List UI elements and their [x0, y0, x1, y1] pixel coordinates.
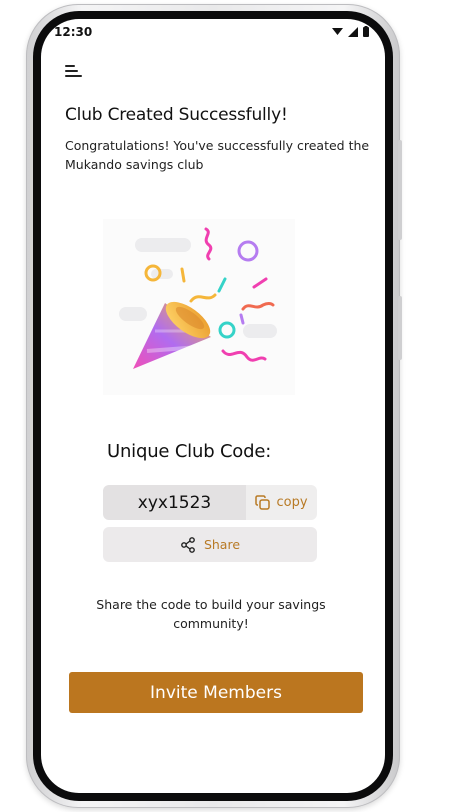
club-code-row: xyx1523 copy: [103, 485, 317, 520]
share-label: Share: [203, 537, 241, 552]
page-title: Club Created Successfully!: [65, 105, 288, 125]
copy-icon: [255, 494, 271, 510]
signal-icon: [348, 26, 358, 37]
club-code-value[interactable]: xyx1523: [103, 485, 246, 520]
app-screen: 12:30 Club Created Successfully! Congrat…: [41, 19, 385, 793]
status-time: 12:30: [54, 25, 93, 39]
phone-side-button: [398, 140, 402, 240]
invite-members-button[interactable]: Invite Members: [69, 672, 363, 713]
copy-button[interactable]: copy: [246, 485, 317, 520]
share-button[interactable]: Share: [103, 527, 317, 562]
code-label: Unique Club Code:: [107, 441, 272, 462]
wifi-icon: [332, 28, 343, 35]
battery-icon: [363, 26, 369, 37]
phone-side-button: [398, 296, 402, 360]
menu-icon[interactable]: [63, 61, 85, 79]
share-icon: [181, 536, 195, 553]
party-popper-illustration: [103, 219, 295, 395]
page-subtitle: Congratulations! You've successfully cre…: [65, 138, 370, 172]
share-hint: Share the code to build your savings com…: [96, 597, 326, 631]
status-icons: [332, 26, 369, 37]
copy-label: copy: [276, 495, 308, 510]
